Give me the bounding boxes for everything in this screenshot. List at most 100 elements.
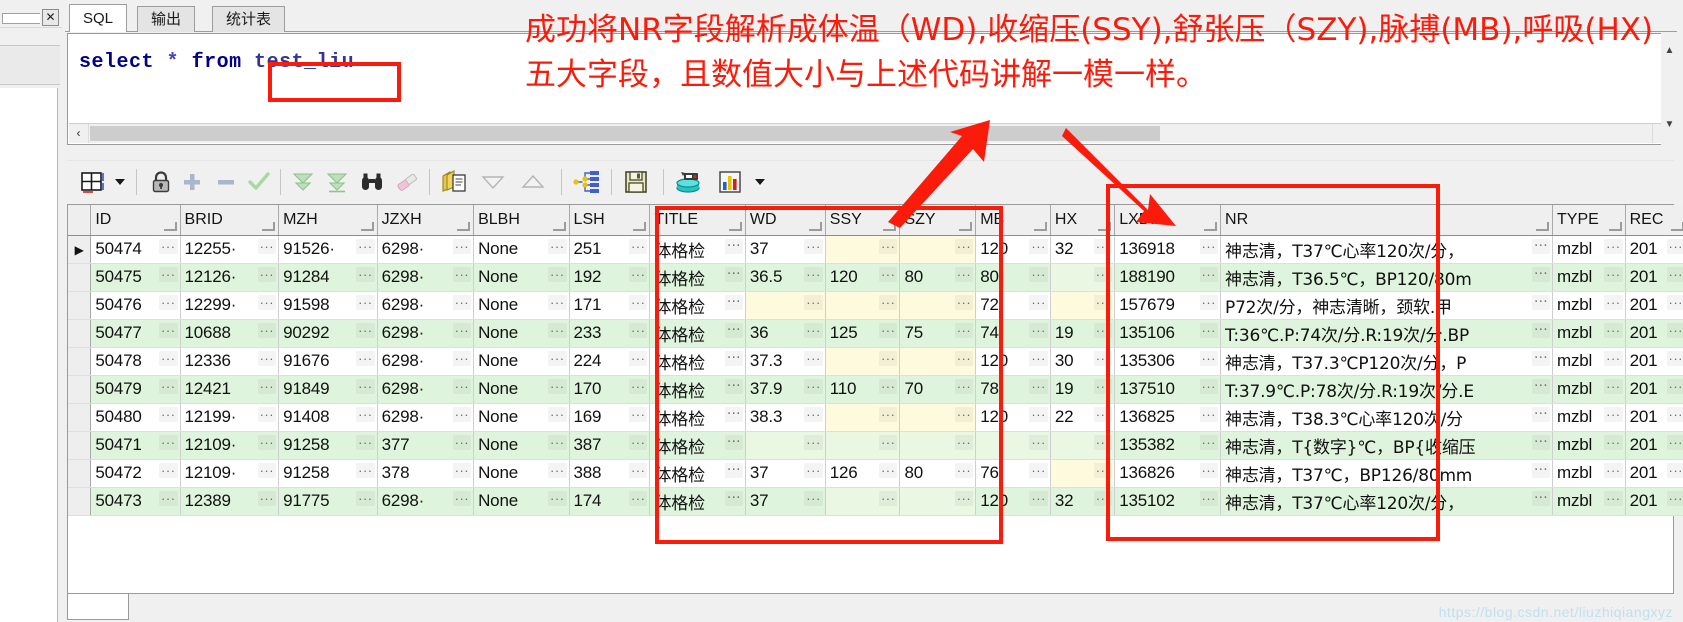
- cell-wd[interactable]: 37: [745, 235, 826, 264]
- cell-lxdh[interactable]: 135102: [1114, 487, 1222, 516]
- cell-type[interactable]: mzbl: [1552, 375, 1626, 404]
- cell-brid[interactable]: 12336: [180, 347, 280, 376]
- cell-blbh[interactable]: None: [473, 403, 570, 432]
- column-header-mzh[interactable]: MZH: [278, 205, 378, 236]
- cell-lsh[interactable]: 387: [569, 431, 651, 460]
- table-row[interactable]: 5047912421918496298·None170体格检37.9110707…: [68, 375, 1683, 404]
- table-row[interactable]: 5047512126·912846298·None192体格检36.512080…: [68, 263, 1683, 292]
- cell-type[interactable]: mzbl: [1552, 263, 1626, 292]
- column-resize-handle[interactable]: [1033, 221, 1047, 231]
- column-resize-handle[interactable]: [808, 221, 822, 231]
- cell-mzh[interactable]: 91775: [278, 487, 378, 516]
- cell-jzxh[interactable]: 6298·: [377, 375, 475, 404]
- cell-hx[interactable]: 32: [1050, 487, 1116, 516]
- cell-type[interactable]: mzbl: [1552, 403, 1626, 432]
- column-header-wd[interactable]: WD: [745, 205, 826, 236]
- column-resize-handle[interactable]: [1671, 221, 1683, 231]
- cell-lxdh[interactable]: 135106: [1114, 319, 1222, 348]
- cell-szy[interactable]: [899, 431, 977, 460]
- cell-title[interactable]: 体格检: [649, 235, 746, 264]
- column-header-lsh[interactable]: LSH: [569, 205, 651, 236]
- cell-wd[interactable]: [745, 291, 826, 320]
- cell-lxdh[interactable]: 136918: [1114, 235, 1222, 264]
- cell-ssy[interactable]: [825, 431, 901, 460]
- column-header-title[interactable]: TITLE: [649, 205, 746, 236]
- cell-szy[interactable]: [899, 403, 977, 432]
- cell-type[interactable]: mzbl: [1552, 235, 1626, 264]
- cell-hx[interactable]: [1050, 431, 1116, 460]
- row-selector[interactable]: [68, 403, 92, 432]
- cell-wd[interactable]: 37.9: [745, 375, 826, 404]
- cell-record[interactable]: 201: [1625, 235, 1683, 264]
- table-row[interactable]: 5047312389917756298·None174体格检37 12032135…: [68, 487, 1683, 516]
- cell-lxdh[interactable]: 136825: [1114, 403, 1222, 432]
- row-selector[interactable]: [68, 291, 92, 320]
- cell-jzxh[interactable]: 6298·: [377, 319, 475, 348]
- cell-brid[interactable]: 12109·: [180, 459, 280, 488]
- column-resize-handle[interactable]: [1204, 221, 1218, 231]
- cell-mb[interactable]: 74: [975, 319, 1051, 348]
- cell-blbh[interactable]: None: [473, 459, 570, 488]
- cell-brid[interactable]: 12389: [180, 487, 280, 516]
- cell-wd[interactable]: 36.5: [745, 263, 826, 292]
- cell-mb[interactable]: 76: [975, 459, 1051, 488]
- column-header-blbh[interactable]: BLBH: [473, 205, 570, 236]
- column-resize-handle[interactable]: [262, 221, 276, 231]
- cell-ssy[interactable]: 120: [825, 263, 901, 292]
- cell-mb[interactable]: 120: [975, 347, 1051, 376]
- cell-wd[interactable]: 36: [745, 319, 826, 348]
- column-resize-handle[interactable]: [360, 221, 374, 231]
- cell-brid[interactable]: 12421: [180, 375, 280, 404]
- cell-nr[interactable]: 神志清，T36.5℃，BP120/80m: [1220, 263, 1553, 292]
- table-row[interactable]: 5047710688902926298·None233体格检3612575741…: [68, 319, 1683, 348]
- row-selector[interactable]: [68, 459, 92, 488]
- cell-ssy[interactable]: [825, 487, 901, 516]
- cell-szy[interactable]: [899, 347, 977, 376]
- cell-lxdh[interactable]: 136826: [1114, 459, 1222, 488]
- cell-jzxh[interactable]: 6298·: [377, 347, 475, 376]
- export-db-icon[interactable]: [673, 167, 705, 197]
- cell-hx[interactable]: 22: [1050, 403, 1116, 432]
- cell-record[interactable]: 201: [1625, 403, 1683, 432]
- column-header-nr[interactable]: NR: [1220, 205, 1553, 236]
- cell-lsh[interactable]: 169: [569, 403, 651, 432]
- cell-record[interactable]: 201: [1625, 431, 1683, 460]
- cell-mb[interactable]: 80: [975, 263, 1051, 292]
- cell-title[interactable]: 体格检: [649, 291, 746, 320]
- cell-szy[interactable]: [899, 235, 977, 264]
- cell-hx[interactable]: [1050, 291, 1116, 320]
- cell-mzh[interactable]: 91676: [278, 347, 378, 376]
- grid-layout-icon[interactable]: [79, 167, 109, 197]
- column-header-lxdh[interactable]: LXDH: [1114, 205, 1222, 236]
- cell-jzxh[interactable]: 6298·: [377, 403, 475, 432]
- editor-hscrollbar[interactable]: ‹ ›: [69, 123, 1672, 143]
- cell-blbh[interactable]: None: [473, 347, 570, 376]
- cell-id[interactable]: 50471: [90, 431, 181, 460]
- cell-nr[interactable]: T:36℃.P:74次/分.R:19次/分.BP: [1220, 319, 1553, 348]
- row-selector[interactable]: [68, 347, 92, 376]
- scroll-left-icon[interactable]: ‹: [69, 124, 89, 143]
- save-floppy-icon[interactable]: [621, 167, 651, 197]
- cell-mzh[interactable]: 91258: [278, 431, 378, 460]
- cell-ssy[interactable]: [825, 347, 901, 376]
- table-row[interactable]: 5047112109·91258377None387体格检 135382神志清，T…: [68, 431, 1683, 460]
- cell-blbh[interactable]: None: [473, 431, 570, 460]
- cell-ssy[interactable]: 110: [825, 375, 901, 404]
- cell-type[interactable]: mzbl: [1552, 347, 1626, 376]
- cell-title[interactable]: 体格检: [649, 487, 746, 516]
- column-resize-handle[interactable]: [728, 221, 742, 231]
- cell-blbh[interactable]: None: [473, 487, 570, 516]
- left-rail-field[interactable]: [2, 13, 40, 24]
- cell-title[interactable]: 体格检: [649, 319, 746, 348]
- cell-hx[interactable]: [1050, 459, 1116, 488]
- cell-id[interactable]: 50479: [90, 375, 181, 404]
- column-header-jzxh[interactable]: JZXH: [377, 205, 475, 236]
- scroll-up-icon[interactable]: ▲: [1661, 43, 1678, 60]
- cell-mzh[interactable]: 91284: [278, 263, 378, 292]
- cell-mzh[interactable]: 90292: [278, 319, 378, 348]
- copy-pages-icon[interactable]: [439, 167, 471, 197]
- cell-nr[interactable]: 神志清，T37℃心率120次/分，: [1220, 487, 1553, 516]
- cell-szy[interactable]: [899, 291, 977, 320]
- cell-mzh[interactable]: 91258: [278, 459, 378, 488]
- cell-jzxh[interactable]: 378: [377, 459, 475, 488]
